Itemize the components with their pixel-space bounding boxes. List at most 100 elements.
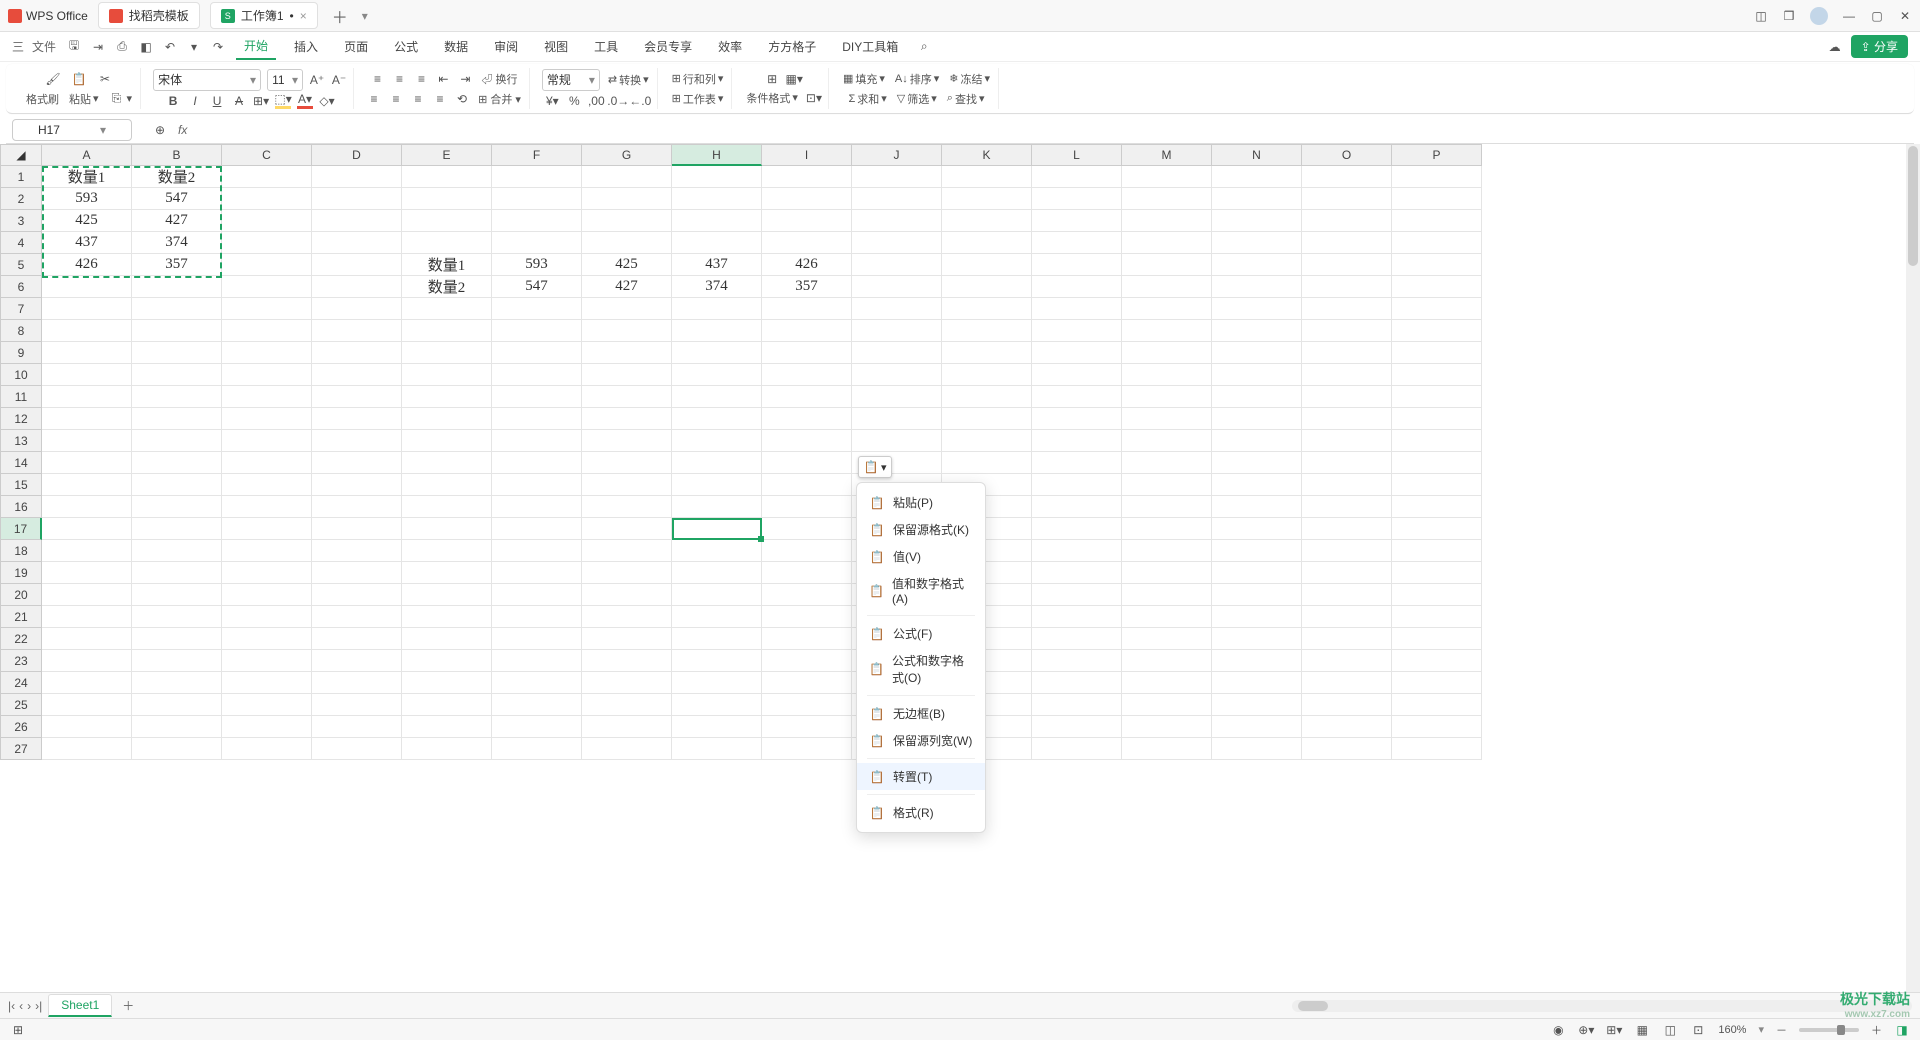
cell-N1[interactable] xyxy=(1212,166,1302,188)
sheet-next-icon[interactable]: › xyxy=(27,999,31,1013)
increase-font-icon[interactable]: A⁺ xyxy=(309,72,325,88)
cell-M16[interactable] xyxy=(1122,496,1212,518)
cell-H5[interactable]: 437 xyxy=(672,254,762,276)
cell-N26[interactable] xyxy=(1212,716,1302,738)
cell-P12[interactable] xyxy=(1392,408,1482,430)
cell-O15[interactable] xyxy=(1302,474,1392,496)
cell-N11[interactable] xyxy=(1212,386,1302,408)
cell-A14[interactable] xyxy=(42,452,132,474)
orientation-icon[interactable]: ⟲ xyxy=(454,91,470,107)
cell-F9[interactable] xyxy=(492,342,582,364)
cell-E2[interactable] xyxy=(402,188,492,210)
cell-A7[interactable] xyxy=(42,298,132,320)
row-header-21[interactable]: 21 xyxy=(0,606,42,628)
undo-dropdown-icon[interactable]: ▾ xyxy=(186,39,202,55)
cell-E10[interactable] xyxy=(402,364,492,386)
currency-icon[interactable]: ¥▾ xyxy=(544,93,560,109)
cell-M26[interactable] xyxy=(1122,716,1212,738)
row-header-5[interactable]: 5 xyxy=(0,254,42,276)
number-format-select[interactable]: 常规▾ xyxy=(542,69,600,91)
copy-format-button[interactable]: ⎘▾ xyxy=(107,90,135,108)
cell-N13[interactable] xyxy=(1212,430,1302,452)
menu-home[interactable]: 开始 xyxy=(236,33,276,60)
cell-A15[interactable] xyxy=(42,474,132,496)
cell-I17[interactable] xyxy=(762,518,852,540)
cell-K3[interactable] xyxy=(942,210,1032,232)
horizontal-scrollbar[interactable] xyxy=(1292,1000,1912,1012)
cell-I3[interactable] xyxy=(762,210,852,232)
cell-J3[interactable] xyxy=(852,210,942,232)
cell-H22[interactable] xyxy=(672,628,762,650)
cell-B21[interactable] xyxy=(132,606,222,628)
cell-H21[interactable] xyxy=(672,606,762,628)
sum-button[interactable]: Σ 求和 ▾ xyxy=(846,90,888,108)
cell-I22[interactable] xyxy=(762,628,852,650)
cell-P14[interactable] xyxy=(1392,452,1482,474)
row-header-26[interactable]: 26 xyxy=(0,716,42,738)
cell-B26[interactable] xyxy=(132,716,222,738)
cell-B18[interactable] xyxy=(132,540,222,562)
namebox-dropdown-icon[interactable]: ▾ xyxy=(100,123,106,137)
cell-M9[interactable] xyxy=(1122,342,1212,364)
cell-N10[interactable] xyxy=(1212,364,1302,386)
cell-A8[interactable] xyxy=(42,320,132,342)
cell-H23[interactable] xyxy=(672,650,762,672)
cell-I21[interactable] xyxy=(762,606,852,628)
row-header-17[interactable]: 17 xyxy=(0,518,42,540)
cell-H2[interactable] xyxy=(672,188,762,210)
indent-inc-icon[interactable]: ⇥ xyxy=(457,71,473,87)
row-header-14[interactable]: 14 xyxy=(0,452,42,474)
cell-E23[interactable] xyxy=(402,650,492,672)
cell-D25[interactable] xyxy=(312,694,402,716)
cell-L10[interactable] xyxy=(1032,364,1122,386)
cell-G2[interactable] xyxy=(582,188,672,210)
cell-L21[interactable] xyxy=(1032,606,1122,628)
cell-H9[interactable] xyxy=(672,342,762,364)
cell-H20[interactable] xyxy=(672,584,762,606)
cell-B11[interactable] xyxy=(132,386,222,408)
cell-B16[interactable] xyxy=(132,496,222,518)
cell-E19[interactable] xyxy=(402,562,492,584)
cell-E1[interactable] xyxy=(402,166,492,188)
cell-I25[interactable] xyxy=(762,694,852,716)
cell-D13[interactable] xyxy=(312,430,402,452)
print-icon[interactable]: ⎙ xyxy=(114,39,130,55)
menu-member[interactable]: 会员专享 xyxy=(636,34,700,59)
cell-L11[interactable] xyxy=(1032,386,1122,408)
zoom-in-button[interactable]: ＋ xyxy=(1871,1022,1882,1038)
row-header-4[interactable]: 4 xyxy=(0,232,42,254)
cell-M15[interactable] xyxy=(1122,474,1212,496)
cell-I20[interactable] xyxy=(762,584,852,606)
strike-icon[interactable]: A xyxy=(231,93,247,109)
cell-A9[interactable] xyxy=(42,342,132,364)
cell-C3[interactable] xyxy=(222,210,312,232)
convert-button[interactable]: ⇄ 转换 ▾ xyxy=(606,71,651,89)
tab-workbook[interactable]: S 工作簿1 • × xyxy=(210,2,318,29)
cell-H10[interactable] xyxy=(672,364,762,386)
cell-H12[interactable] xyxy=(672,408,762,430)
cell-F11[interactable] xyxy=(492,386,582,408)
cell-D23[interactable] xyxy=(312,650,402,672)
cell-I2[interactable] xyxy=(762,188,852,210)
cell-N15[interactable] xyxy=(1212,474,1302,496)
cell-G11[interactable] xyxy=(582,386,672,408)
cell-J8[interactable] xyxy=(852,320,942,342)
col-header-C[interactable]: C xyxy=(222,144,312,166)
cell-I12[interactable] xyxy=(762,408,852,430)
cell-M3[interactable] xyxy=(1122,210,1212,232)
cell-G10[interactable] xyxy=(582,364,672,386)
align-right-icon[interactable]: ≡ xyxy=(410,91,426,107)
menu-data[interactable]: 数据 xyxy=(436,34,476,59)
window-close-icon[interactable]: ✕ xyxy=(1898,9,1912,23)
cell-O10[interactable] xyxy=(1302,364,1392,386)
col-header-G[interactable]: G xyxy=(582,144,672,166)
cell-O3[interactable] xyxy=(1302,210,1392,232)
cell-N24[interactable] xyxy=(1212,672,1302,694)
cell-F10[interactable] xyxy=(492,364,582,386)
cell-E4[interactable] xyxy=(402,232,492,254)
cell-O7[interactable] xyxy=(1302,298,1392,320)
cell-I10[interactable] xyxy=(762,364,852,386)
save-icon[interactable]: 🖫 xyxy=(66,39,82,55)
cell-D21[interactable] xyxy=(312,606,402,628)
col-header-D[interactable]: D xyxy=(312,144,402,166)
